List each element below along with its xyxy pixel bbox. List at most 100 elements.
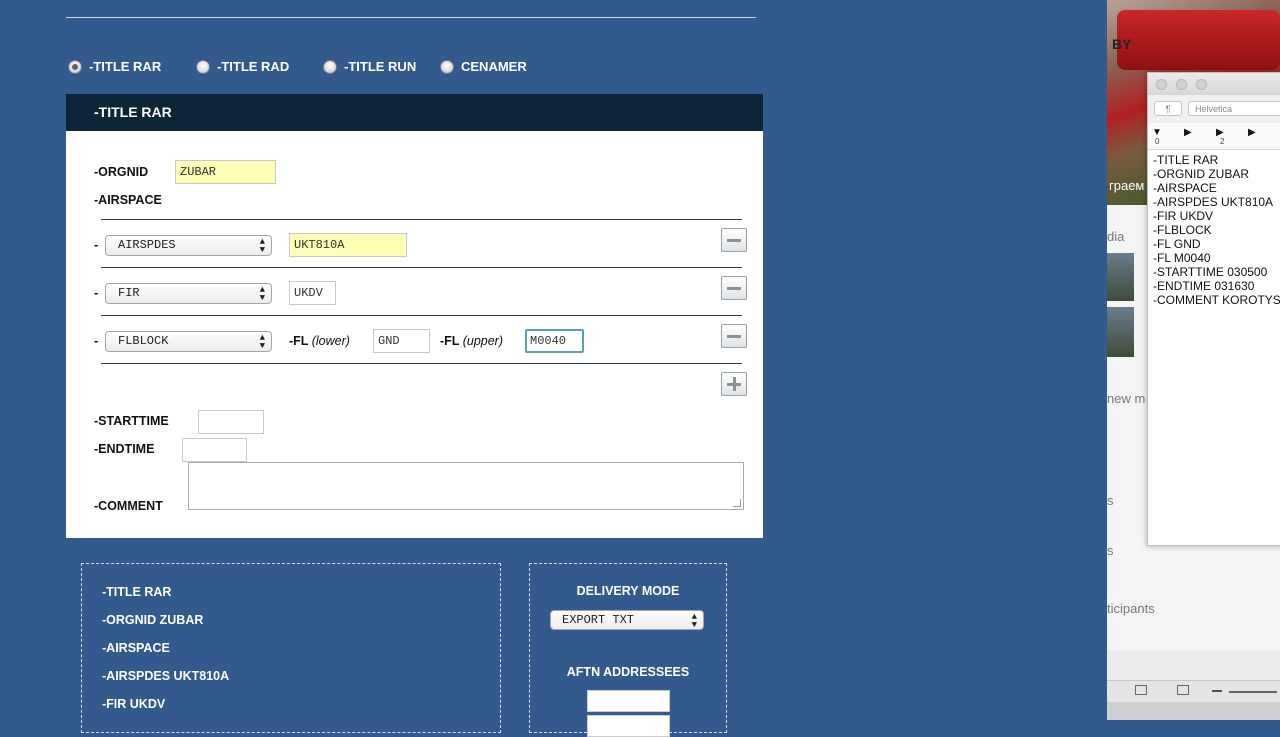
editor-line: -FL GND <box>1153 237 1201 251</box>
radio-title-rad[interactable]: -TITLE RAD <box>196 59 289 74</box>
zoom-out-icon[interactable] <box>1212 690 1222 692</box>
radio-button[interactable] <box>68 59 82 74</box>
minus-icon <box>727 335 741 338</box>
fl-lower-input[interactable]: GND <box>373 329 430 353</box>
close-icon[interactable] <box>1156 79 1167 90</box>
text-editor-window: ¶ Helvetica ▼ ▶ ▶ ▶ ▶ 0 2 -TITLE RAR -OR… <box>1147 72 1280 546</box>
background-footer <box>1107 702 1280 720</box>
airspdes-select[interactable]: AIRSPDES ▲ ▼ <box>105 235 272 256</box>
plus-icon-vertical <box>733 377 736 391</box>
zoom-icon[interactable] <box>1196 79 1207 90</box>
fir-input[interactable]: UKDV <box>289 281 336 305</box>
aftn-address-input[interactable] <box>587 715 670 737</box>
minimize-icon[interactable] <box>1176 79 1187 90</box>
form-panel: -TITLE RAR -ORGNID ZUBAR -AIRSPACE - AIR… <box>66 94 763 538</box>
remove-row-button[interactable] <box>721 228 747 252</box>
editor-toolbar: ¶ Helvetica <box>1148 95 1280 124</box>
side-text: new m <box>1107 391 1146 406</box>
comment-label: -COMMENT <box>94 499 163 513</box>
minus-icon <box>727 239 741 242</box>
fl-prefix: -FL <box>440 334 460 348</box>
aftn-address-input[interactable] <box>587 690 670 712</box>
row-dash: - <box>94 333 99 348</box>
airspace-label: -AIRSPACE <box>94 193 162 207</box>
select-value: AIRSPDES <box>118 238 176 252</box>
starttime-label: -STARTTIME <box>94 414 169 428</box>
thumbnail-image[interactable] <box>1107 253 1134 301</box>
ruler-number: 2 <box>1220 137 1225 146</box>
editor-titlebar <box>1148 73 1280 95</box>
radio-button[interactable] <box>323 59 337 74</box>
row-dash: - <box>94 285 99 300</box>
fl-prefix: -FL <box>289 334 309 348</box>
radio-button[interactable] <box>196 59 210 74</box>
summary-preview-box: -TITLE RAR -ORGNID ZUBAR -AIRSPACE -AIRS… <box>81 563 501 733</box>
delivery-mode-select[interactable]: EXPORT TXT ▲ ▼ <box>550 610 704 630</box>
radio-cenamer[interactable]: CENAMER <box>440 59 527 74</box>
editor-line: -ORGNID ZUBAR <box>1153 167 1249 181</box>
remove-row-button[interactable] <box>721 324 747 348</box>
fl-lower-text: (lower) <box>311 334 350 348</box>
font-select[interactable]: Helvetica <box>1188 101 1280 116</box>
summary-line: -AIRSPACE <box>102 641 170 655</box>
editor-line: -AIRSPDES UKT810A <box>1153 195 1274 209</box>
editor-line: -ENDTIME 031630 <box>1153 279 1255 293</box>
plane-registration: BY <box>1112 36 1132 52</box>
delivery-box: DELIVERY MODE EXPORT TXT ▲ ▼ AFTN ADDRESS… <box>529 563 727 737</box>
editor-line: -FIR UKDV <box>1153 209 1213 223</box>
editor-text[interactable]: -TITLE RAR -ORGNID ZUBAR -AIRSPACE -AIRS… <box>1153 153 1280 307</box>
select-arrows-icon: ▲ ▼ <box>259 285 265 303</box>
summary-line: -FIR UKDV <box>102 697 166 711</box>
endtime-label: -ENDTIME <box>94 442 155 456</box>
top-divider <box>66 17 756 18</box>
radio-label: CENAMER <box>461 59 527 74</box>
resize-grip-icon[interactable] <box>733 499 741 507</box>
tab-stop-icon[interactable]: ▶ <box>1248 127 1256 138</box>
starttime-input[interactable] <box>198 410 264 434</box>
airspdes-input[interactable]: UKT810A <box>289 233 407 257</box>
view-icon[interactable] <box>1135 685 1147 695</box>
comment-textarea[interactable] <box>188 462 744 510</box>
tab-stop-icon[interactable]: ▶ <box>1184 127 1192 138</box>
orgnid-label: -ORGNID <box>94 165 149 179</box>
background-app-window: BY граем в dia new m s s ticipants ¶ Hel… <box>1107 0 1280 720</box>
flblock-select[interactable]: FLBLOCK ▲ ▼ <box>105 331 272 352</box>
orgnid-input[interactable]: ZUBAR <box>175 160 276 184</box>
select-value: EXPORT TXT <box>562 613 635 627</box>
radio-label: -TITLE RUN <box>344 59 417 74</box>
divider <box>101 219 742 220</box>
select-value: FLBLOCK <box>118 334 169 348</box>
ruler-number: 0 <box>1155 137 1160 146</box>
summary-line: -ORGNID ZUBAR <box>102 613 204 627</box>
fl-upper-text: (upper) <box>462 334 503 348</box>
side-text: s <box>1107 543 1114 558</box>
select-arrows-icon: ▲ ▼ <box>691 612 697 630</box>
side-text: s <box>1107 493 1114 508</box>
thumbnail-image[interactable] <box>1107 307 1134 357</box>
zoom-slider[interactable] <box>1229 691 1277 693</box>
row-dash: - <box>94 237 99 252</box>
endtime-input[interactable] <box>182 438 247 462</box>
minus-icon <box>727 287 741 290</box>
add-row-button[interactable] <box>721 372 747 396</box>
radio-title-rar[interactable]: -TITLE RAR <box>68 59 161 74</box>
panel-title: -TITLE RAR <box>66 94 763 131</box>
side-text: ticipants <box>1107 601 1155 616</box>
fl-lower-label: -FL (lower) <box>289 334 350 348</box>
remove-row-button[interactable] <box>721 276 747 300</box>
fir-select[interactable]: FIR ▲ ▼ <box>105 283 272 304</box>
paragraph-style-select[interactable]: ¶ <box>1154 101 1182 116</box>
editor-line: -FL M0040 <box>1153 251 1211 265</box>
delivery-mode-title: DELIVERY MODE <box>576 584 680 598</box>
radio-button[interactable] <box>440 59 454 74</box>
radio-title-run[interactable]: -TITLE RUN <box>323 59 416 74</box>
editor-line: -AIRSPACE <box>1153 181 1217 195</box>
grid-icon[interactable] <box>1177 685 1189 695</box>
aftn-addressees-title: AFTN ADDRESSEES <box>566 665 690 679</box>
fl-upper-label: -FL (upper) <box>440 334 503 348</box>
divider <box>101 363 742 364</box>
select-arrows-icon: ▲ ▼ <box>259 237 265 255</box>
fl-upper-input[interactable]: M0040 <box>525 329 584 353</box>
editor-ruler: ▼ ▶ ▶ ▶ ▶ 0 2 <box>1148 123 1280 150</box>
side-text: dia <box>1107 229 1125 244</box>
